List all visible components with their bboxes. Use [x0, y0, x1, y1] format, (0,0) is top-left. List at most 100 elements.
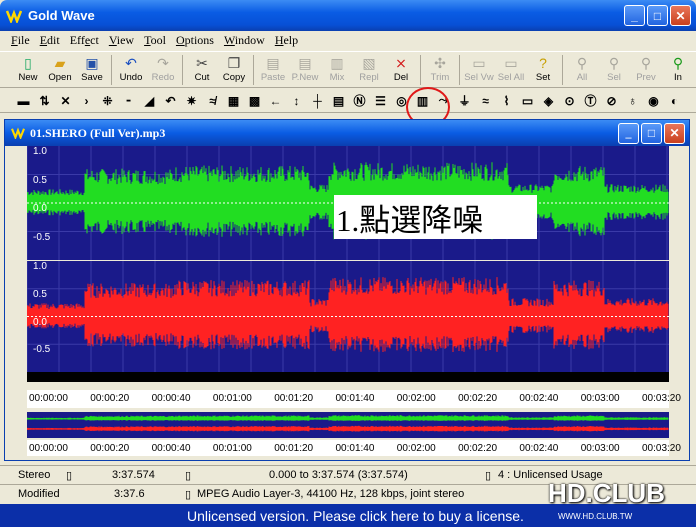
menu-help[interactable]: Help — [270, 33, 303, 48]
doc-minimize-button[interactable]: _ — [618, 123, 639, 144]
grid-icon[interactable]: ▩ — [245, 91, 264, 110]
mix-button[interactable]: ▥ Mix — [321, 54, 353, 84]
pan-icon[interactable]: ☰ — [371, 91, 390, 110]
toolbar-label: Undo — [119, 72, 143, 83]
volume-icon[interactable]: ⊙ — [560, 91, 579, 110]
title-bar: Gold Wave _ □ ✕ — [0, 0, 696, 31]
band-icon[interactable]: ⁃ — [119, 91, 138, 110]
alert-icon[interactable]: ◉ — [644, 91, 663, 110]
all-button[interactable]: ⚲ All — [566, 54, 598, 84]
overview-right-path — [26, 425, 669, 432]
trim-button[interactable]: ✣ Trim — [424, 54, 456, 84]
document-title: 01.SHERO (Full Ver).mp3 — [30, 125, 166, 140]
sel-all-button[interactable]: ▭ Sel All — [495, 54, 527, 84]
prev-button[interactable]: ⚲ Prev — [630, 54, 662, 84]
offset-icon[interactable]: ↕ — [287, 91, 306, 110]
minimize-button[interactable]: _ — [624, 5, 645, 26]
colors-icon[interactable]: ▭ — [518, 91, 537, 110]
menu-window[interactable]: Window — [219, 33, 270, 48]
time-tick: 00:01:40 — [335, 393, 375, 404]
spectrum-icon[interactable]: ≈ — [476, 91, 495, 110]
p-new-button[interactable]: ▤ P.New — [289, 54, 321, 84]
paste-button[interactable]: ▤ Paste — [257, 54, 289, 84]
to-icon[interactable]: Ⓣ — [581, 91, 600, 110]
menu-tool[interactable]: Tool — [139, 33, 171, 48]
menu-view[interactable]: View — [104, 33, 139, 48]
maximize-button[interactable]: □ — [647, 5, 668, 26]
close-button[interactable]: ✕ — [670, 5, 691, 26]
save-icon: ▣ — [85, 54, 99, 71]
zoom-prev-icon: ⚲ — [640, 54, 652, 71]
y-axis-tick: 0.5 — [33, 174, 47, 186]
equalizer-icon[interactable]: ┼ — [308, 91, 327, 110]
copy-button[interactable]: ❐ Copy — [218, 54, 250, 84]
select-all-icon: ▭ — [504, 54, 518, 71]
menu-options[interactable]: Options — [171, 33, 219, 48]
cut-button[interactable]: ✂ Cut — [186, 54, 218, 84]
toolbar-label: Redo — [151, 72, 175, 83]
toolbar-label: Sel Vw — [464, 72, 494, 83]
status-length: 3:37.574 — [112, 469, 155, 481]
bulb-icon[interactable]: ♁ — [623, 91, 642, 110]
toolbar-label: New — [18, 72, 38, 83]
toolbar-separator — [182, 55, 183, 85]
level-icon[interactable]: ▬ — [14, 91, 33, 110]
right-channel-waveform[interactable] — [26, 261, 669, 372]
toolbar-label: Sel — [607, 72, 621, 83]
noise-gate-icon[interactable]: Ⓝ — [350, 91, 369, 110]
undo-icon: ↶ — [125, 54, 137, 71]
toolbar-label: All — [576, 72, 588, 83]
smooth-icon[interactable]: ⌇ — [497, 91, 516, 110]
menu-effect[interactable]: Effect — [65, 33, 104, 48]
doc-maximize-button[interactable]: □ — [641, 123, 662, 144]
overview-waveform[interactable] — [26, 412, 669, 438]
resample-icon[interactable]: ⏚ — [455, 91, 474, 110]
mpeg-icon[interactable]: ▤ — [329, 91, 348, 110]
split-icon[interactable]: ⇅ — [35, 91, 54, 110]
repl-button[interactable]: ▧ Repl — [353, 54, 385, 84]
time-tick: 00:02:20 — [458, 393, 498, 404]
time-warp-icon[interactable]: ◈ — [539, 91, 558, 110]
toolbar-separator — [420, 55, 421, 85]
redo-button[interactable]: ↷ Redo — [147, 54, 179, 84]
zoom-sel-icon: ⚲ — [608, 54, 620, 71]
copy-icon: ❐ — [227, 54, 241, 71]
undo-button[interactable]: ↶ Undo — [115, 54, 147, 84]
toolbar-label: Del — [393, 72, 409, 83]
crossfade-icon[interactable]: ✕ — [56, 91, 75, 110]
annotation-label: 1.點選降噪 — [334, 195, 537, 239]
arrow-left-icon[interactable]: ← — [266, 91, 285, 110]
del-button[interactable]: ⨯ Del — [385, 54, 417, 84]
expand-icon[interactable]: ⁜ — [98, 91, 117, 110]
gear-icon[interactable]: ✷ — [182, 91, 201, 110]
mechanize-icon[interactable]: ≉ — [203, 91, 222, 110]
fade-icon[interactable]: ◢ — [140, 91, 159, 110]
time-tick: 00:02:00 — [396, 443, 436, 454]
sel-button[interactable]: ⚲ Sel — [598, 54, 630, 84]
goldwave-logo-icon — [6, 8, 22, 23]
table-icon[interactable]: ▦ — [224, 91, 243, 110]
select-view-icon: ▭ — [472, 54, 486, 71]
info-icon: ▯ — [185, 488, 192, 501]
watermark-url: WWW.HD.CLUB.TW — [558, 512, 633, 521]
sel-vw-button[interactable]: ▭ Sel Vw — [463, 54, 495, 84]
in-button[interactable]: ⚲ In — [662, 54, 694, 84]
new-button[interactable]: ▯ New — [12, 54, 44, 84]
trim-icon: ✣ — [434, 54, 446, 71]
chart-icon[interactable]: ◐ — [665, 91, 684, 110]
menu-edit[interactable]: Edit — [35, 33, 65, 48]
set-button[interactable]: ? Set — [527, 54, 559, 83]
overview-left-path — [26, 415, 669, 421]
cut-icon: ✂ — [196, 54, 208, 71]
open-button[interactable]: ▰ Open — [44, 54, 76, 84]
doc-close-button[interactable]: ✕ — [664, 123, 685, 144]
time-tick: 00:03:20 — [642, 443, 681, 454]
menu-file[interactable]: File — [6, 33, 35, 48]
ramp-icon[interactable]: ⊘ — [602, 91, 621, 110]
reverse-icon[interactable]: › — [77, 91, 96, 110]
save-button[interactable]: ▣ Save — [76, 54, 108, 84]
loop-icon[interactable]: ↶ — [161, 91, 180, 110]
y-axis-tick: -0.5 — [33, 231, 51, 243]
toolbar-label: P.New — [291, 72, 319, 83]
toolbar-label: Cut — [194, 72, 210, 83]
